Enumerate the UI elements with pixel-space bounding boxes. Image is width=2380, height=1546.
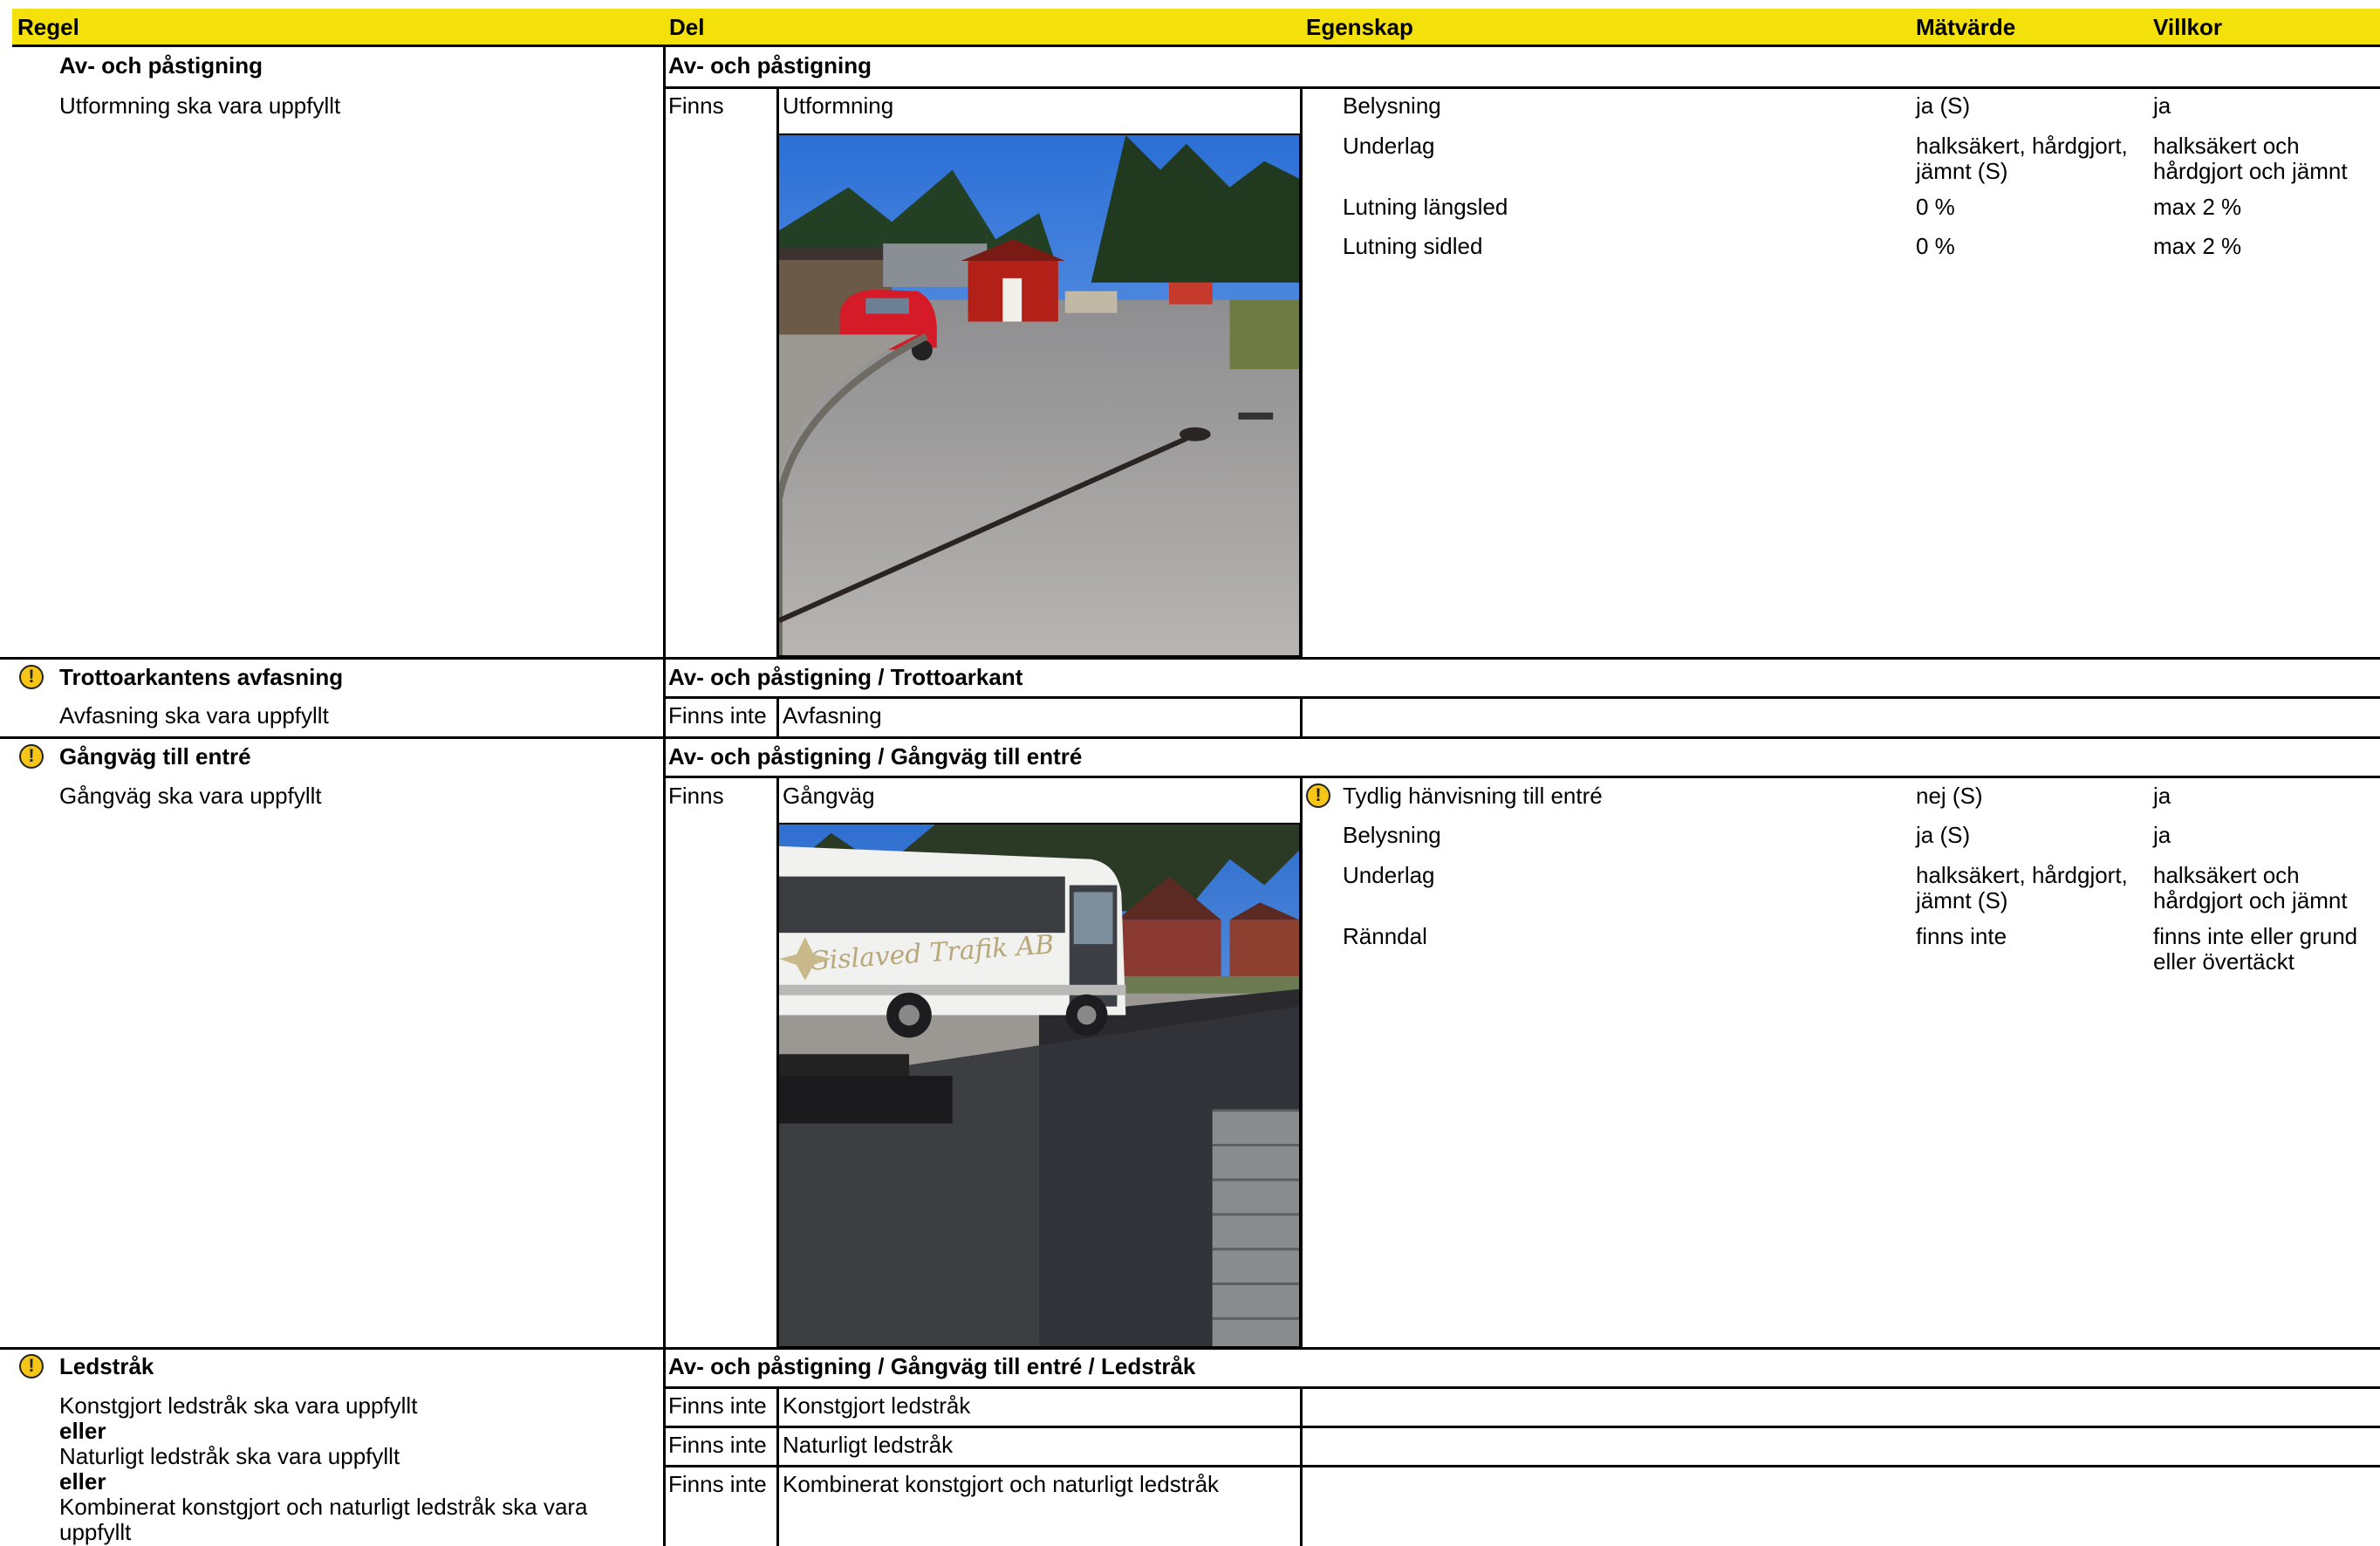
property-name: Ränndal bbox=[1343, 923, 1427, 949]
property-value: 0 % bbox=[1916, 233, 1955, 259]
property-condition-line-2: hårdgjort och jämnt bbox=[2153, 158, 2348, 184]
property-name: Underlag bbox=[1343, 133, 1435, 159]
column-header-regel: Regel bbox=[17, 14, 79, 40]
column-header-matvarde: Mätvärde bbox=[1916, 14, 2016, 40]
column-divider bbox=[1300, 1386, 1303, 1546]
property-name: Belysning bbox=[1343, 822, 1441, 848]
row-divider bbox=[663, 1465, 2380, 1467]
column-header-villkor: Villkor bbox=[2153, 14, 2223, 40]
rule-text: Gångväg ska vara uppfyllt bbox=[59, 783, 322, 809]
part-status: Finns inte bbox=[668, 702, 767, 729]
rule-text: Utformning ska vara uppfyllt bbox=[59, 92, 341, 119]
rule-title: Ledstråk bbox=[59, 1353, 154, 1379]
part-path: Av- och påstigning / Gångväg till entré … bbox=[668, 1353, 1196, 1379]
property-condition-line-1: finns inte eller grund bbox=[2153, 923, 2358, 949]
property-name: Belysning bbox=[1343, 92, 1441, 119]
property-condition: ja bbox=[2153, 92, 2171, 119]
photo-parking-lot bbox=[777, 133, 1301, 657]
column-divider bbox=[776, 1386, 779, 1546]
row-divider bbox=[663, 1426, 2380, 1428]
section-divider bbox=[0, 736, 2380, 739]
part-path: Av- och påstigning bbox=[668, 52, 872, 79]
rule-text: Kombinerat konstgjort och naturligt leds… bbox=[59, 1494, 588, 1520]
rule-connector: eller bbox=[59, 1468, 106, 1495]
property-value: finns inte bbox=[1916, 923, 2007, 949]
section-divider bbox=[0, 657, 2380, 660]
row-divider bbox=[663, 696, 2380, 699]
column-divider bbox=[776, 696, 779, 737]
property-condition: ja bbox=[2153, 783, 2171, 809]
property-value: ja (S) bbox=[1916, 822, 1971, 848]
property-condition-line-1: halksäkert och bbox=[2153, 862, 2300, 888]
warning-icon: ! bbox=[19, 744, 44, 769]
rule-title: Trottoarkantens avfasning bbox=[59, 664, 344, 690]
part-name: Naturligt ledstråk bbox=[783, 1432, 954, 1458]
part-status: Finns bbox=[668, 783, 724, 809]
report-page: Regel Del Egenskap Mätvärde Villkor Av- … bbox=[0, 0, 2380, 1546]
part-name: Konstgjort ledstråk bbox=[783, 1392, 971, 1419]
rule-title: Gångväg till entré bbox=[59, 743, 251, 770]
property-value-line-1: halksäkert, hårdgjort, bbox=[1916, 133, 2128, 159]
rule-title: Av- och påstigning bbox=[59, 52, 263, 79]
rule-text: uppfyllt bbox=[59, 1519, 132, 1545]
property-value-line-2: jämnt (S) bbox=[1916, 158, 2008, 184]
column-header-egenskap: Egenskap bbox=[1306, 14, 1413, 40]
property-condition: ja bbox=[2153, 822, 2171, 848]
warning-icon: ! bbox=[1306, 783, 1330, 808]
property-condition-line-2: eller övertäckt bbox=[2153, 948, 2295, 975]
property-name: Lutning sidled bbox=[1343, 233, 1483, 259]
bus-photo-image: Gislaved Trafik AB bbox=[779, 824, 1299, 1346]
property-name: Lutning längsled bbox=[1343, 194, 1508, 220]
property-name: Tydlig hänvisning till entré bbox=[1343, 783, 1603, 809]
part-path: Av- och påstigning / Trottoarkant bbox=[668, 664, 1023, 690]
column-divider bbox=[663, 47, 666, 1546]
column-divider bbox=[1300, 696, 1303, 737]
column-header-del: Del bbox=[669, 14, 705, 40]
property-condition: max 2 % bbox=[2153, 194, 2242, 220]
part-status: Finns inte bbox=[668, 1432, 767, 1458]
part-name: Kombinerat konstgjort och naturligt leds… bbox=[783, 1471, 1220, 1497]
photo-bus: Gislaved Trafik AB bbox=[777, 823, 1301, 1348]
property-name: Underlag bbox=[1343, 862, 1435, 888]
part-status: Finns inte bbox=[668, 1392, 767, 1419]
rule-connector: eller bbox=[59, 1418, 106, 1444]
part-status: Finns bbox=[668, 92, 724, 119]
part-name: Avfasning bbox=[783, 702, 882, 729]
rule-text: Naturligt ledstråk ska vara uppfyllt bbox=[59, 1443, 400, 1469]
part-status: Finns inte bbox=[668, 1471, 767, 1497]
part-name: Utformning bbox=[783, 92, 894, 119]
part-name: Gångväg bbox=[783, 783, 875, 809]
property-value-line-1: halksäkert, hårdgjort, bbox=[1916, 862, 2128, 888]
property-value: 0 % bbox=[1916, 194, 1955, 220]
warning-icon: ! bbox=[19, 1354, 44, 1378]
table-header bbox=[12, 9, 2380, 47]
warning-icon: ! bbox=[19, 665, 44, 689]
property-value: nej (S) bbox=[1916, 783, 1983, 809]
parking-lot-photo-image bbox=[779, 135, 1299, 655]
rule-text: Avfasning ska vara uppfyllt bbox=[59, 702, 329, 729]
property-condition-line-2: hårdgjort och jämnt bbox=[2153, 887, 2348, 913]
row-divider bbox=[663, 1386, 2380, 1389]
property-value: ja (S) bbox=[1916, 92, 1971, 119]
part-path: Av- och påstigning / Gångväg till entré bbox=[668, 743, 1083, 770]
property-condition: max 2 % bbox=[2153, 233, 2242, 259]
property-value-line-2: jämnt (S) bbox=[1916, 887, 2008, 913]
property-condition-line-1: halksäkert och bbox=[2153, 133, 2300, 159]
row-divider bbox=[663, 86, 2380, 89]
rule-text: Konstgjort ledstråk ska vara uppfyllt bbox=[59, 1392, 418, 1419]
row-divider bbox=[663, 776, 2380, 778]
